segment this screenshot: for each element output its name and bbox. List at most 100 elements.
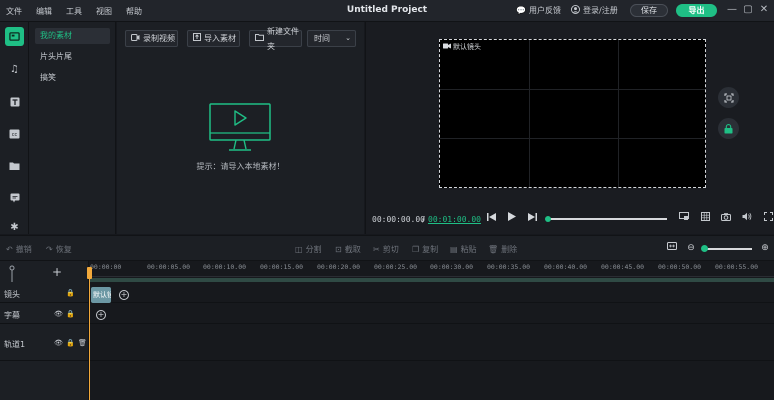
playback-progress-bar[interactable] [546, 218, 667, 220]
screen-mode-icon[interactable] [677, 212, 691, 226]
zoom-in-icon[interactable]: ⊕ [759, 242, 771, 254]
fit-timeline-icon[interactable] [666, 242, 678, 254]
ruler-label: 00:00:25.00 [374, 263, 418, 271]
text-icon[interactable] [5, 92, 24, 111]
menu-view[interactable]: 视图 [96, 6, 112, 17]
eye-icon[interactable]: 👁 [54, 339, 63, 347]
chevron-down-icon: ⌄ [345, 34, 351, 42]
camera-track-lane[interactable] [89, 283, 774, 303]
lock-icon[interactable]: 🔒 [66, 339, 75, 347]
previous-frame-icon[interactable] [484, 212, 498, 226]
camera-clip[interactable]: 默认镜头 [91, 287, 111, 303]
record-video-button[interactable]: 录制视频 [125, 30, 178, 47]
cut-label: 剪切 [382, 245, 399, 254]
feedback-button[interactable]: 💬 用户反馈 [516, 5, 561, 16]
time-ruler[interactable]: 00:00:00 00:00:05.00 00:00:10.00 00:00:1… [89, 261, 774, 277]
lock-icon[interactable] [718, 118, 739, 139]
next-frame-icon[interactable] [525, 212, 539, 226]
music-icon[interactable]: ♫ [5, 60, 24, 79]
crop-button[interactable]: ⊡ 截取 [335, 244, 361, 255]
split-button[interactable]: ◫ 分割 [295, 244, 322, 255]
category-list: 我的素材 片头片尾 搞笑 [29, 22, 116, 234]
crop-label: 截取 [344, 245, 361, 254]
category-my-media[interactable]: 我的素材 [35, 28, 110, 44]
folder-icon[interactable] [5, 156, 24, 175]
zoom-out-icon[interactable]: ⊖ [685, 242, 697, 254]
close-icon[interactable]: ✕ [757, 3, 771, 17]
trash-icon: 🗑 [488, 245, 499, 254]
menu-file[interactable]: 文件 [6, 6, 22, 17]
zoom-slider[interactable] [704, 248, 752, 250]
sort-select[interactable]: 时间 ⌄ [307, 30, 356, 47]
track-name: 字幕 [4, 311, 20, 320]
camera-label-text: 默认镜头 [453, 43, 481, 51]
redo-button[interactable]: ↷ 恢复 [46, 244, 72, 255]
media-type-bar: ♫ cc ✱ [0, 22, 29, 234]
timeline-toolbar: ↶ 撤销 ↷ 恢复 ◫ 分割 ⊡ 截取 ✂ 剪切 ❐ 复制 ▤ 粘贴 🗑 删除 … [0, 235, 774, 261]
menu-help[interactable]: 帮助 [126, 6, 142, 17]
trash-icon[interactable]: 🗑 [78, 339, 87, 347]
maximize-icon[interactable]: ▢ [741, 3, 755, 17]
cut-button[interactable]: ✂ 剪切 [373, 244, 399, 255]
grid-line [529, 40, 530, 187]
copy-icon: ❐ [412, 245, 420, 254]
category-funny[interactable]: 搞笑 [35, 70, 110, 86]
delete-button[interactable]: 🗑 删除 [488, 244, 517, 255]
upload-icon [193, 31, 201, 46]
export-button[interactable]: 导出 [676, 4, 717, 17]
split-icon: ◫ [295, 245, 303, 254]
timeline-tracks[interactable]: 00:00:00 00:00:05.00 00:00:10.00 00:00:1… [89, 261, 774, 400]
playhead[interactable] [89, 267, 90, 400]
ruler-label: 00:00:30.00 [430, 263, 474, 271]
audio-track-lane[interactable] [89, 325, 774, 361]
eye-icon[interactable]: 👁 [54, 310, 63, 318]
login-button[interactable]: 登录/注册 [571, 5, 618, 16]
copy-label: 复制 [422, 245, 439, 254]
playback-progress-knob[interactable] [545, 216, 551, 222]
sort-value: 时间 [314, 34, 330, 43]
preview-canvas[interactable]: 默认镜头 [439, 39, 706, 188]
minimize-icon[interactable]: — [725, 3, 739, 17]
copy-button[interactable]: ❐ 复制 [412, 244, 438, 255]
camera-icon [443, 43, 451, 51]
menu-tools[interactable]: 工具 [66, 6, 82, 17]
media-panel: 录制视频 导入素材 新建文件夹 时间 ⌄ 提示：请导入本地素材！ [117, 22, 364, 234]
monitor-icon [209, 103, 271, 151]
add-keyframe-icon[interactable]: + [119, 290, 129, 300]
ruler-label: 00:00:50.00 [658, 263, 702, 271]
lock-icon[interactable]: 🔒 [66, 289, 75, 297]
category-intro-outro[interactable]: 片头片尾 [35, 49, 110, 65]
lock-icon[interactable]: 🔒 [66, 310, 75, 318]
track-name: 轨道1 [4, 340, 26, 349]
volume-icon[interactable] [740, 212, 754, 226]
save-button[interactable]: 保存 [630, 4, 668, 17]
paste-button[interactable]: ▤ 粘贴 [450, 244, 477, 255]
subtitle-track-lane[interactable] [89, 304, 774, 324]
menu-edit[interactable]: 编辑 [36, 6, 52, 17]
track-headers: + 镜头 🔒 字幕 👁 🔒 轨道1 👁 🔒 🗑 [0, 261, 89, 400]
media-library-icon[interactable] [5, 27, 24, 46]
current-time: 00:00:00.00 [372, 215, 425, 224]
add-track-icon[interactable]: + [52, 265, 62, 279]
add-subtitle-icon[interactable]: + [96, 310, 106, 320]
video-camera-icon [131, 31, 140, 46]
timeline-range-bar[interactable] [89, 278, 774, 282]
play-icon[interactable] [505, 212, 519, 226]
fullscreen-icon[interactable] [761, 212, 774, 226]
undo-button[interactable]: ↶ 撤销 [6, 244, 32, 255]
new-folder-button[interactable]: 新建文件夹 [249, 27, 302, 51]
snapshot-camera-icon[interactable] [719, 212, 733, 226]
comment-icon[interactable] [5, 188, 24, 207]
grid-icon[interactable] [698, 212, 712, 226]
track-row: 轨道1 👁 🔒 🗑 [0, 325, 89, 361]
new-folder-label: 新建文件夹 [267, 26, 299, 51]
grid-line [618, 40, 619, 187]
subtitle-icon[interactable]: cc [5, 124, 24, 143]
fullscreen-crop-icon[interactable] [718, 87, 739, 108]
title-bar: 文件 编辑 工具 视图 帮助 Untitled Project 💬 用户反馈 登… [0, 0, 774, 22]
zoom-slider-knob[interactable] [701, 245, 708, 252]
import-media-button[interactable]: 导入素材 [187, 30, 240, 47]
playhead-handle[interactable] [87, 267, 92, 279]
marker-icon[interactable] [9, 265, 15, 282]
import-media-label: 导入素材 [204, 34, 236, 43]
